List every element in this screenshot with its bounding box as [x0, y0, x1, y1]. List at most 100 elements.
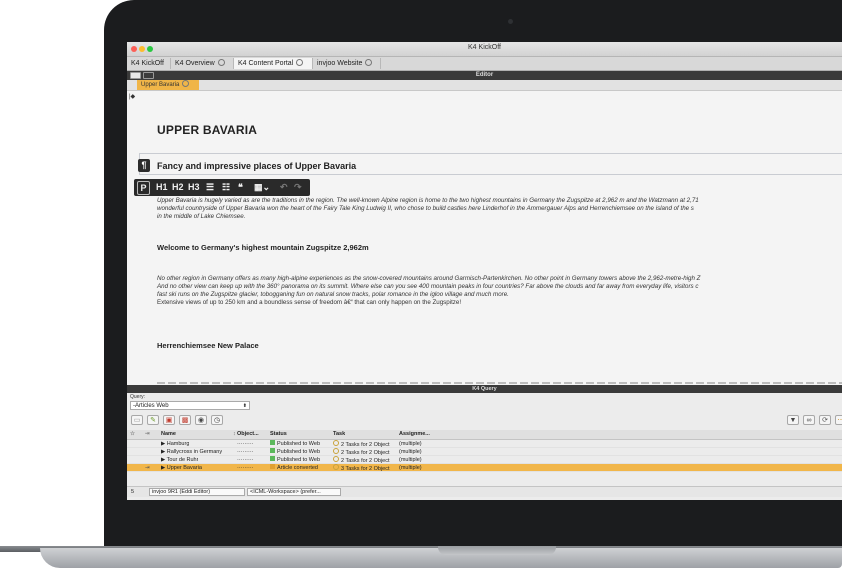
tab-website[interactable]: invjoo Website	[313, 58, 381, 69]
row-status: Published to Web	[277, 441, 321, 447]
row-object: ·········	[237, 441, 254, 447]
section-line[interactable]: Extensive views of up to 250 km and a bo…	[157, 299, 461, 307]
section-line[interactable]: And no other view can keep up with the 3…	[157, 283, 698, 291]
task-circle-icon	[333, 456, 339, 462]
column-header-task[interactable]: Task	[333, 431, 345, 437]
article-type-icon: ⇥	[145, 465, 150, 471]
paragraph-button[interactable]: P	[137, 181, 150, 195]
row-assignee: (multiple)	[399, 457, 422, 463]
status-square-icon	[270, 440, 275, 445]
close-tab-icon[interactable]	[182, 80, 190, 87]
row-status: Article converted	[277, 465, 318, 471]
table-row[interactable]: ▶ Rallycross in Germany ········· Publis…	[127, 448, 842, 456]
query-header: K4 Query	[127, 385, 842, 393]
table-row[interactable]: ▶ Tour de Ruhr ········· Published to We…	[127, 456, 842, 464]
row-name: ▶ Tour de Ruhr	[161, 457, 199, 463]
row-assignee: (multiple)	[399, 449, 422, 455]
row-name: ▶ Rallycross in Germany	[161, 449, 223, 455]
new-item-icon[interactable]: ▭	[131, 415, 143, 425]
row-object: ·········	[237, 449, 254, 455]
app-window: K4 KickOff K4 KickOff K4 Overview K4 Con…	[127, 42, 842, 500]
query-title: K4 Query	[472, 386, 497, 392]
binoculars-icon[interactable]: ∞	[803, 415, 815, 425]
row-object: ·········	[237, 465, 254, 471]
h2-button[interactable]: H2	[172, 182, 184, 192]
section-line[interactable]: fast ski runs on the Zugspitze glacier, …	[157, 291, 509, 299]
close-tab-icon[interactable]	[365, 59, 373, 66]
h3-button[interactable]: H3	[188, 182, 200, 192]
h1-button[interactable]: H1	[156, 182, 168, 192]
dropdown-arrows-icon: ⬍	[242, 403, 247, 409]
close-tab-icon[interactable]	[217, 59, 225, 66]
table-row-selected[interactable]: ⇥ ▶ Upper Bavaria ········· Article conv…	[127, 464, 842, 472]
table-icon[interactable]: ▦⌄	[254, 182, 270, 193]
tab-overview[interactable]: K4 Overview	[171, 58, 234, 69]
row-name: ▶ Upper Bavaria	[161, 465, 202, 471]
column-header-assignee[interactable]: Assignme...	[399, 431, 430, 437]
section-heading[interactable]: Herrenchiemsee New Palace	[157, 341, 259, 350]
row-object: ·········	[237, 457, 254, 463]
history-clock-icon[interactable]: ◷	[211, 415, 223, 425]
intro-line[interactable]: wonderful countryside of Upper Bavaria w…	[157, 205, 694, 213]
row-status: Published to Web	[277, 457, 321, 463]
window-title: K4 KickOff	[468, 44, 501, 51]
delete-icon[interactable]: ▣	[163, 415, 175, 425]
subheading[interactable]: Fancy and impressive places of Upper Bav…	[157, 161, 356, 171]
camera	[508, 19, 513, 24]
row-assignee: (multiple)	[399, 441, 422, 447]
preview-eye-icon[interactable]: ◉	[195, 415, 207, 425]
sort-icon[interactable]: ↕	[233, 431, 236, 437]
column-header-name[interactable]: Name	[161, 431, 176, 437]
column-header-status[interactable]: Status	[270, 431, 287, 437]
column-header-object[interactable]: Object...	[237, 431, 259, 437]
close-tab-icon[interactable]	[296, 59, 304, 66]
type-column-icon[interactable]: ⇥	[145, 431, 150, 437]
table-row[interactable]: ▶ Hamburg ········· Published to Web 2 T…	[127, 440, 842, 448]
section-heading[interactable]: Welcome to Germany's highest mountain Zu…	[157, 243, 369, 252]
refresh-icon[interactable]: ⟳	[819, 415, 831, 425]
row-status: Published to Web	[277, 449, 321, 455]
more-icon[interactable]: ⋯	[835, 415, 842, 425]
intro-line[interactable]: in the middle of Lake Chiemsee.	[157, 213, 245, 221]
cursor-marker-icon: |◆	[129, 94, 136, 100]
task-circle-icon	[333, 464, 339, 470]
task-circle-icon	[333, 448, 339, 454]
editor-header: Editor	[127, 71, 842, 80]
tab-content-portal[interactable]: K4 Content Portal	[234, 58, 313, 69]
undo-icon[interactable]: ↶	[280, 182, 288, 193]
redo-icon[interactable]: ↷	[294, 182, 302, 193]
bullet-list-icon[interactable]: ☰	[206, 182, 214, 193]
row-task: 3 Tasks for 2 Object	[341, 466, 390, 472]
status-square-icon	[270, 456, 275, 461]
quote-icon[interactable]: ❝	[238, 182, 243, 193]
editor-title: Editor	[475, 72, 494, 78]
image-icon[interactable]: ▩	[179, 415, 191, 425]
query-panel: Query: -Articles Web ⬍ ▭ ✎ ▣ ▩ ◉ ◷ ▼ ∞ ⟳ …	[127, 393, 842, 500]
layout-select[interactable]: <ICML-Workspace> (prefer...	[247, 488, 341, 496]
laptop-notch	[438, 546, 556, 555]
section-line[interactable]: No other region in Germany offers as man…	[157, 275, 700, 283]
task-circle-icon	[333, 440, 339, 446]
editor-canvas[interactable]: |◆ UPPER BAVARIA ¶ Fancy and impressive …	[127, 91, 842, 385]
edit-icon[interactable]: ✎	[147, 415, 159, 425]
status-square-icon	[270, 448, 275, 453]
tab-kickoff[interactable]: K4 KickOff	[127, 58, 171, 69]
workspace-select[interactable]: invjoo 9R1 (Eddi Editor)	[149, 488, 245, 496]
paragraph-icon[interactable]: ¶	[138, 159, 150, 172]
filter-icon[interactable]: ▼	[787, 415, 799, 425]
page-title[interactable]: UPPER BAVARIA	[157, 123, 257, 137]
result-count: 5	[131, 489, 135, 495]
intro-line[interactable]: Upper Bavaria is hugely varied as are th…	[157, 197, 699, 205]
tab-bar: K4 KickOff K4 Overview K4 Content Portal…	[127, 57, 842, 71]
table-header: ☆ ⇥ Name ↕ Object... Status Task Assignm…	[127, 430, 842, 440]
title-bar: K4 KickOff	[127, 42, 842, 57]
row-assignee: (multiple)	[399, 465, 422, 471]
document-tab-bar: Upper Bavaria	[127, 80, 842, 91]
row-name: ▶ Hamburg	[161, 441, 190, 447]
status-bar: 5 invjoo 9R1 (Eddi Editor) <ICML-Workspa…	[127, 486, 842, 497]
star-column-icon[interactable]: ☆	[130, 431, 135, 437]
document-tab[interactable]: Upper Bavaria	[137, 80, 199, 90]
query-label: Query:	[130, 394, 146, 400]
query-select[interactable]: -Articles Web ⬍	[130, 401, 250, 410]
numbered-list-icon[interactable]: ☷	[222, 182, 230, 193]
